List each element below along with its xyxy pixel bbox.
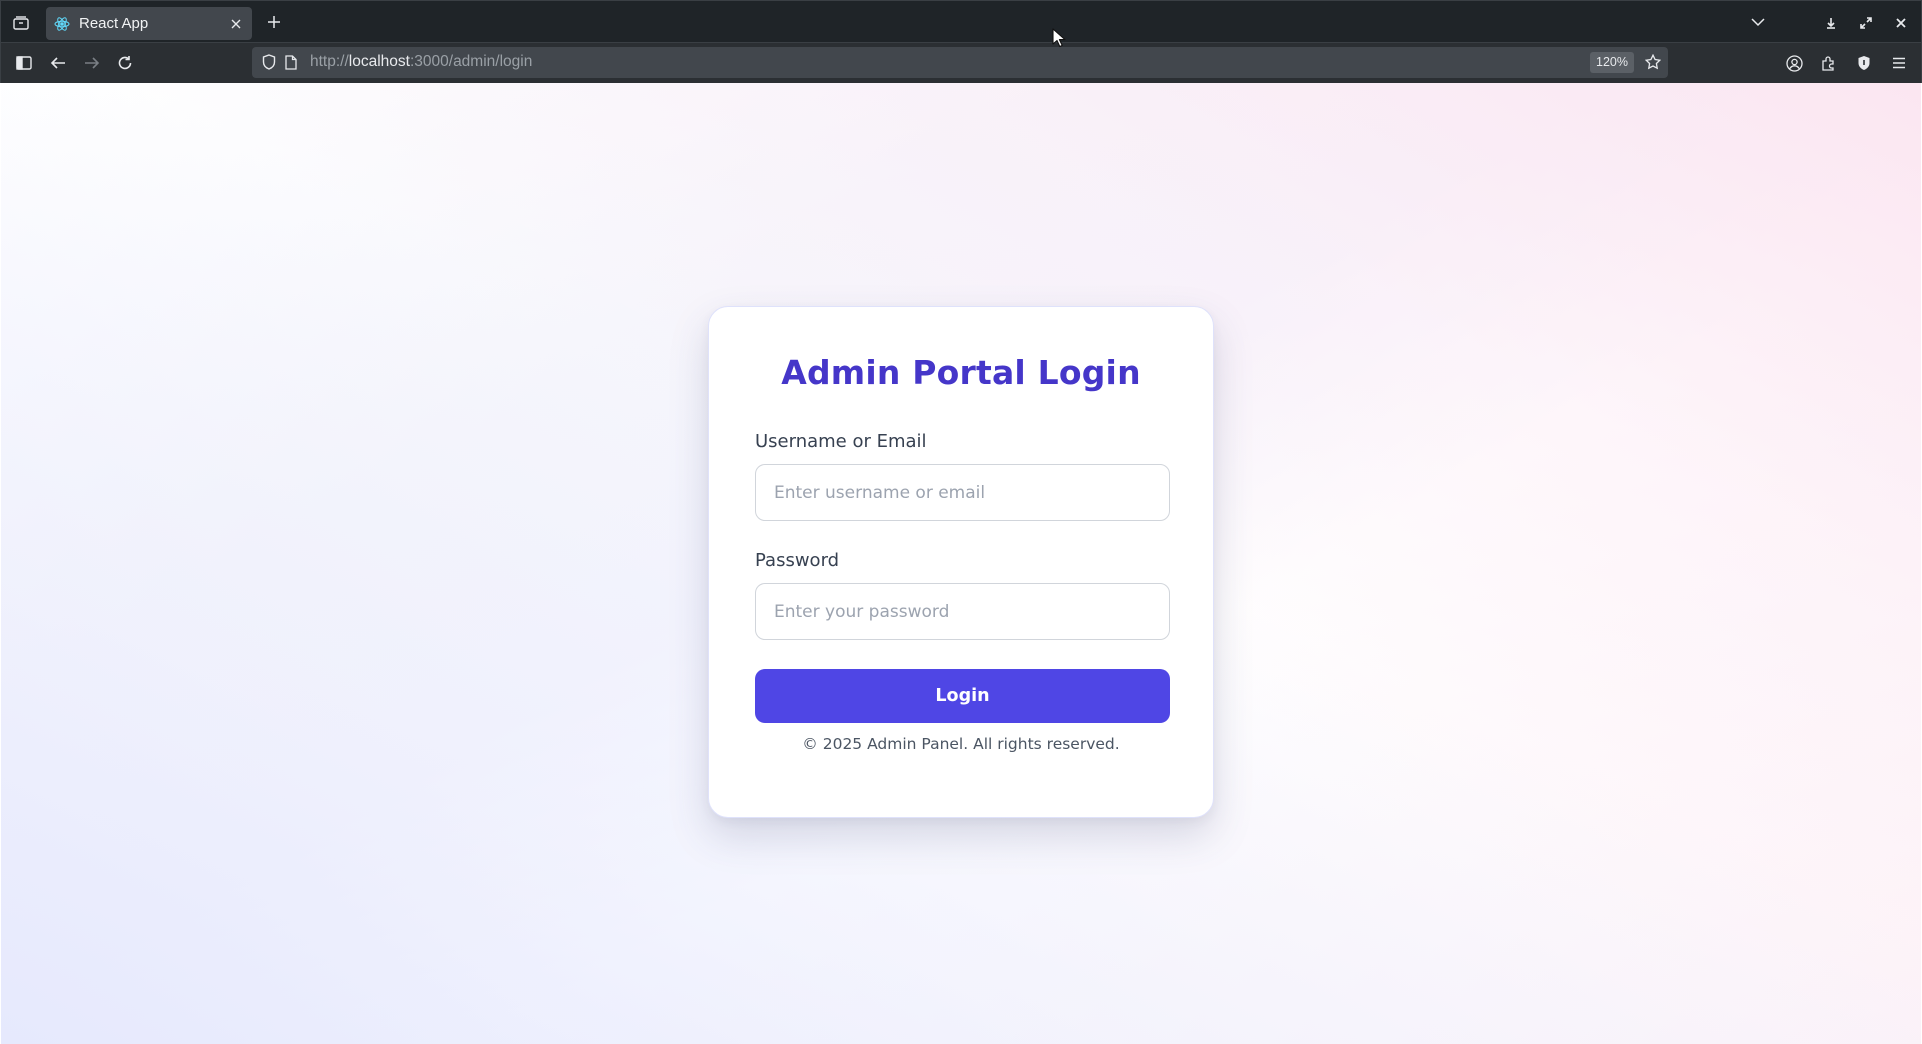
login-card: Admin Portal Login Username or Email Pas…	[708, 306, 1214, 818]
restore-icon[interactable]	[1856, 13, 1876, 33]
page-icon[interactable]	[283, 54, 299, 70]
page-title: Admin Portal Login	[781, 353, 1141, 392]
browser-nav-toolbar: http://localhost:3000/admin/login 120%	[0, 43, 1922, 83]
react-favicon-icon	[54, 16, 70, 32]
list-all-tabs-chevron-icon[interactable]	[1748, 12, 1768, 32]
copyright-footer: © 2025 Admin Panel. All rights reserved.	[802, 735, 1120, 753]
mouse-cursor-icon	[1052, 28, 1066, 52]
menu-hamburger-icon[interactable]	[1889, 53, 1909, 73]
url-host: localhost	[348, 53, 410, 70]
browser-tab-bar: React App	[0, 0, 1922, 43]
reload-icon[interactable]	[115, 53, 135, 73]
zoom-level-badge[interactable]: 120%	[1590, 52, 1634, 73]
url-scheme: http://	[310, 53, 349, 70]
tab-overview-icon[interactable]	[11, 13, 31, 33]
minimize-icon[interactable]	[1821, 13, 1841, 33]
forward-arrow-icon[interactable]	[82, 53, 102, 73]
password-field[interactable]	[755, 583, 1170, 640]
url-path: :3000/admin/login	[409, 53, 533, 70]
back-arrow-icon[interactable]	[48, 53, 68, 73]
sidebar-icon[interactable]	[14, 53, 34, 73]
login-button[interactable]: Login	[755, 669, 1170, 723]
star-bookmark-icon[interactable]	[1645, 54, 1661, 70]
window-close-icon[interactable]	[1891, 13, 1911, 33]
close-icon[interactable]	[228, 16, 244, 32]
tab-react-app[interactable]: React App	[46, 7, 252, 40]
tab-title: React App	[79, 15, 149, 32]
url-bar[interactable]: http://localhost:3000/admin/login 120%	[252, 47, 1668, 78]
account-icon[interactable]	[1784, 53, 1804, 73]
privacy-shield-icon[interactable]	[1854, 53, 1874, 73]
url-text[interactable]: http://localhost:3000/admin/login	[310, 53, 532, 71]
username-label: Username or Email	[755, 431, 927, 452]
extensions-icon[interactable]	[1819, 53, 1839, 73]
username-field[interactable]	[755, 464, 1170, 521]
new-tab-plus-icon[interactable]	[264, 12, 284, 32]
shield-icon[interactable]	[261, 54, 277, 70]
page-background: Admin Portal Login Username or Email Pas…	[1, 83, 1921, 1044]
password-label: Password	[755, 550, 840, 571]
